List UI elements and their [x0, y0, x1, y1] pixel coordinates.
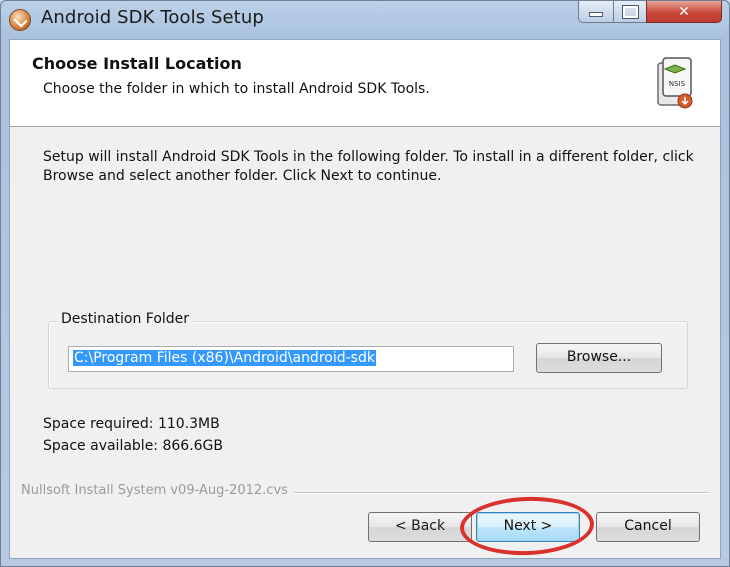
destination-path-value: C:\Program Files (x86)\Android\android-s… — [73, 350, 376, 366]
back-button[interactable]: < Back — [368, 512, 472, 542]
cancel-button[interactable]: Cancel — [596, 512, 700, 542]
minimize-button[interactable] — [578, 1, 614, 23]
minimize-icon — [589, 12, 603, 17]
page-subtitle: Choose the folder in which to install An… — [43, 81, 430, 97]
nsis-installer-icon: NSIS — [657, 57, 693, 109]
nsis-icon-label: NSIS — [669, 80, 686, 88]
destination-path-input[interactable]: C:\Program Files (x86)\Android\android-s… — [68, 346, 514, 372]
close-button[interactable]: ✕ — [646, 1, 722, 23]
installer-app-icon — [9, 9, 31, 31]
nsis-branding-text: Nullsoft Install System v09-Aug-2012.cvs — [21, 483, 294, 498]
destination-folder-group: Destination Folder C:\Program Files (x86… — [48, 311, 688, 389]
close-icon: ✕ — [678, 3, 690, 20]
window-title: Android SDK Tools Setup — [41, 7, 264, 28]
maximize-button[interactable] — [613, 1, 647, 23]
page-title: Choose Install Location — [32, 54, 242, 73]
space-required-text: Space required: 110.3MB — [43, 416, 220, 432]
page-header: Choose Install Location Choose the folde… — [10, 40, 720, 127]
dialog-client-area: Choose Install Location Choose the folde… — [9, 39, 721, 559]
title-bar[interactable]: Android SDK Tools Setup ✕ — [1, 1, 729, 39]
destination-folder-label: Destination Folder — [57, 311, 194, 327]
instructions-text: Setup will install Android SDK Tools in … — [43, 149, 694, 184]
installer-window: Android SDK Tools Setup ✕ Choose Install… — [0, 0, 730, 567]
browse-button[interactable]: Browse... — [536, 343, 662, 373]
space-available-text: Space available: 866.6GB — [43, 438, 224, 454]
maximize-icon — [621, 4, 639, 19]
